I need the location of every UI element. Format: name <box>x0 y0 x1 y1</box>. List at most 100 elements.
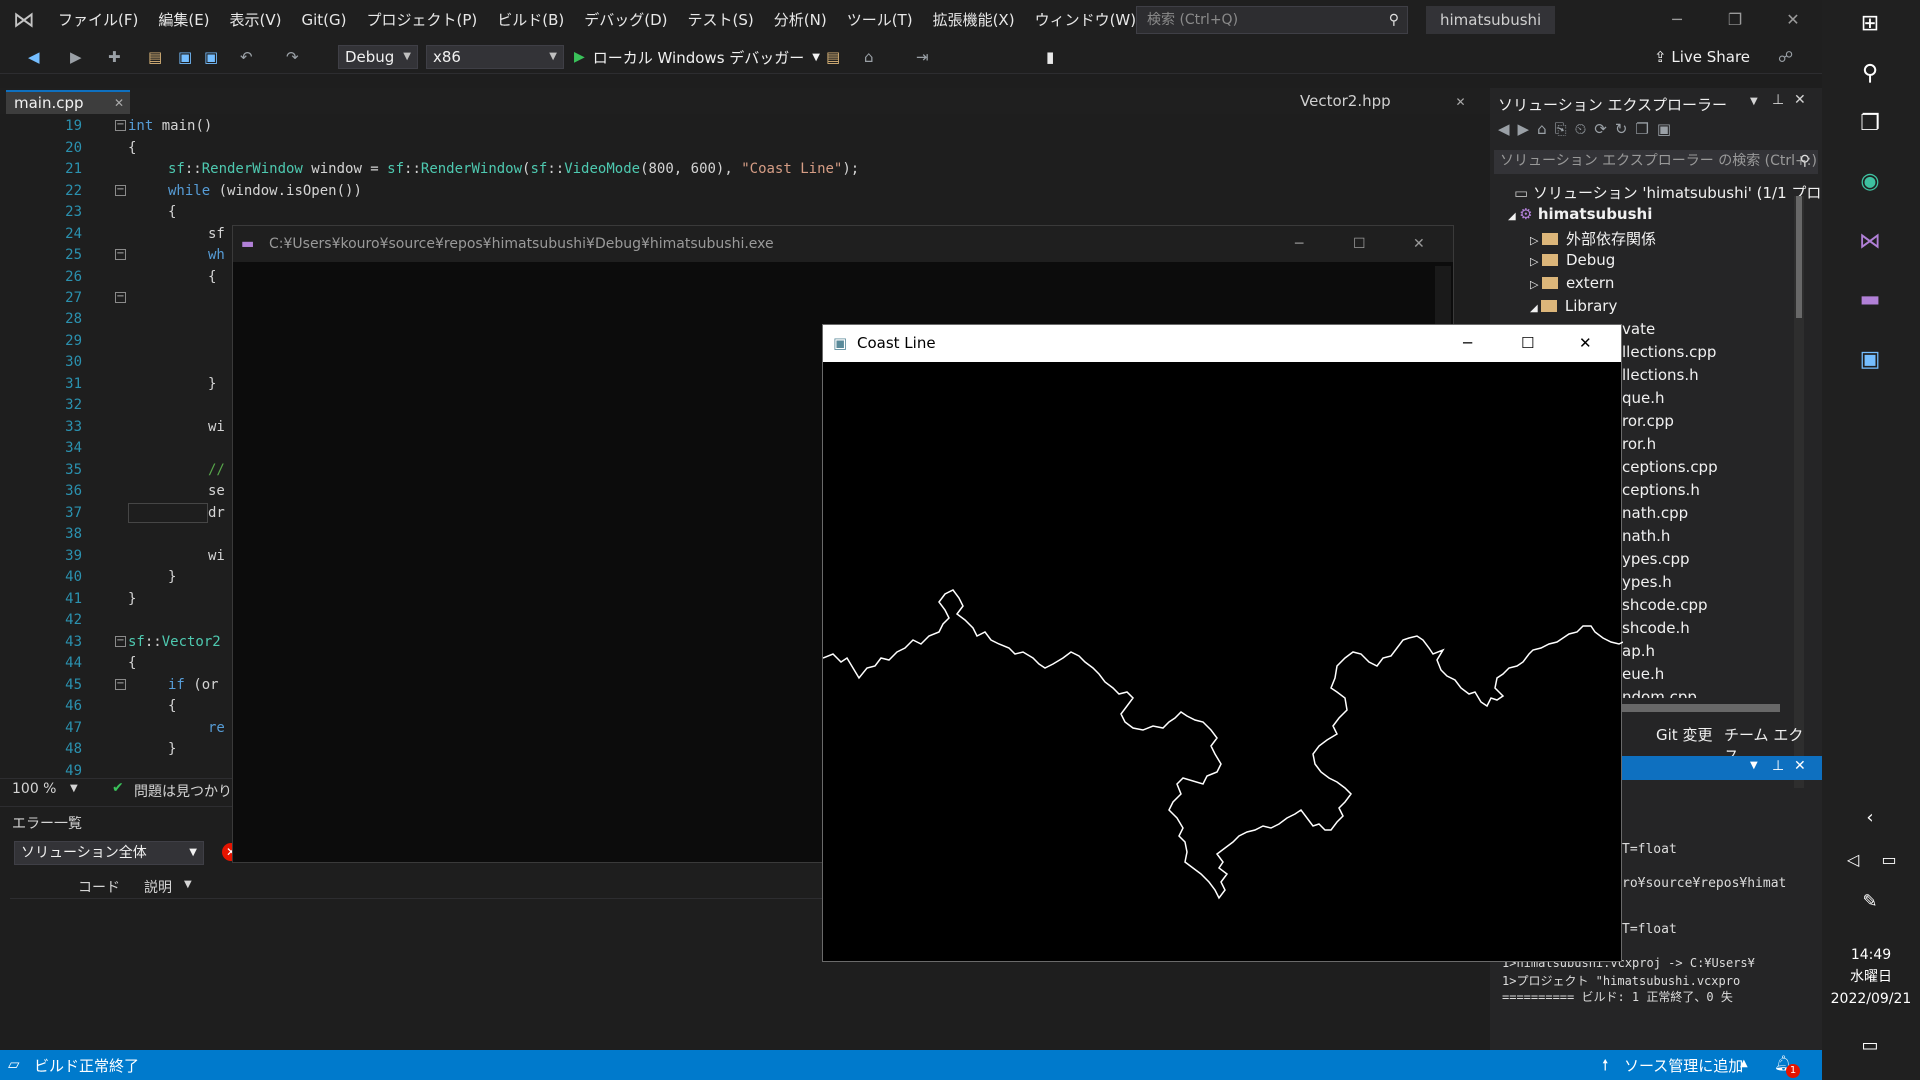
tree-file[interactable]: que.h <box>1622 389 1665 407</box>
tree-folder[interactable]: ▷ extern <box>1530 274 1614 292</box>
visual-studio-icon[interactable]: ⋈ <box>1850 222 1890 262</box>
chevron-down-icon[interactable]: ▼ <box>1750 760 1758 771</box>
tree-file[interactable]: llections.cpp <box>1622 343 1716 361</box>
fold-toggle[interactable]: − <box>115 185 126 196</box>
back-icon[interactable]: ◀ <box>28 48 40 66</box>
coast-line-window[interactable]: ▣ Coast Line ─ ☐ ✕ <box>822 324 1623 962</box>
fold-toggle[interactable]: − <box>115 249 126 260</box>
tree-folder[interactable]: ▷ 外部依存関係 <box>1530 228 1656 249</box>
tree-folder[interactable]: ▷ Debug <box>1530 251 1615 269</box>
solution-toolbar[interactable]: ◀▶⌂⎘⏲⟳↻❐▣ <box>1498 120 1679 138</box>
undo-icon[interactable]: ↶ <box>240 48 253 66</box>
maximize-icon[interactable]: ☐ <box>1521 325 1534 362</box>
bookmark-icon[interactable]: ▮ <box>1046 48 1054 66</box>
start-debugger-button[interactable]: ▶ ローカル Windows デバッガー ▼ <box>574 46 820 68</box>
tree-file[interactable]: vate <box>1622 320 1655 338</box>
tree-file[interactable]: ceptions.cpp <box>1622 458 1718 476</box>
zoom-level[interactable]: 100 % <box>12 781 56 797</box>
sfml-window-icon[interactable]: ▣ <box>1850 340 1890 380</box>
windows-start-icon[interactable]: ⊞ <box>1850 4 1890 44</box>
menu-file[interactable]: ファイル(F) <box>48 0 148 40</box>
close-icon[interactable]: ✕ <box>1764 0 1822 40</box>
chevron-down-icon[interactable]: ▼ <box>70 783 78 794</box>
redo-icon[interactable]: ↷ <box>286 48 299 66</box>
save-icon[interactable]: ▣ <box>178 48 192 66</box>
browser-icon[interactable]: ⌂ <box>864 48 874 66</box>
menu-tools[interactable]: ツール(T) <box>837 0 923 40</box>
menu-extensions[interactable]: 拡張機能(X) <box>923 0 1025 40</box>
new-item-icon[interactable]: ✚ <box>108 48 121 66</box>
tree-file[interactable]: ror.h <box>1622 435 1656 453</box>
save-all-icon[interactable]: ▣ <box>204 48 218 66</box>
menu-analyze[interactable]: 分析(N) <box>764 0 837 40</box>
chevron-left-icon[interactable]: ‹ <box>1850 798 1890 838</box>
fold-toggle[interactable]: − <box>115 636 126 647</box>
open-icon[interactable]: ▤ <box>148 48 162 66</box>
close-icon[interactable]: ✕ <box>1579 325 1592 362</box>
battery-icon[interactable]: ▭ <box>1874 840 1904 880</box>
tree-file[interactable]: ap.h <box>1622 642 1655 660</box>
chevron-up-icon[interactable]: ▲ <box>1740 1058 1748 1069</box>
folder-icon[interactable]: ▤ <box>826 48 840 66</box>
visual-studio-logo-icon[interactable]: ⋈ <box>0 0 48 40</box>
maximize-icon[interactable]: ☐ <box>1353 226 1366 262</box>
column-description[interactable]: 説明 <box>144 877 172 897</box>
tree-file[interactable]: ndom.cpp <box>1622 688 1697 698</box>
search-icon[interactable]: ⚲ <box>1850 54 1890 94</box>
tab-git-changes[interactable]: Git 変更 <box>1656 724 1712 745</box>
source-control-button[interactable]: ソース管理に追加 <box>1624 1055 1743 1076</box>
close-icon[interactable]: ✕ <box>1794 92 1806 108</box>
menu-window[interactable]: ウィンドウ(W) <box>1025 0 1147 40</box>
error-scope-select[interactable]: ソリューション全体 ▼ <box>14 841 204 865</box>
menu-build[interactable]: ビルド(B) <box>487 0 574 40</box>
tree-folder[interactable]: ◢ Library <box>1530 297 1617 315</box>
configuration-select[interactable]: Debug ▼ <box>338 45 418 69</box>
menu-edit[interactable]: 編集(E) <box>148 0 219 40</box>
pin-icon[interactable]: ⊥ <box>1772 92 1784 108</box>
close-icon[interactable]: ✕ <box>114 92 124 114</box>
system-clock[interactable]: 14:49 水曜日 2022/09/21 <box>1822 944 1920 1010</box>
platform-select[interactable]: x86 ▼ <box>426 45 564 69</box>
tree-file[interactable]: eue.h <box>1622 665 1664 683</box>
minimize-icon[interactable]: ─ <box>1648 0 1706 40</box>
pen-icon[interactable]: ✎ <box>1850 882 1890 922</box>
scrollbar-thumb[interactable] <box>1796 196 1802 318</box>
tree-file[interactable]: llections.h <box>1622 366 1699 384</box>
tree-file[interactable]: shcode.cpp <box>1622 596 1708 614</box>
tree-file[interactable]: nath.h <box>1622 527 1670 545</box>
step-icon[interactable]: ⇥ <box>916 48 929 66</box>
menu-debug[interactable]: デバッグ(D) <box>574 0 677 40</box>
tree-file[interactable]: ror.cpp <box>1622 412 1674 430</box>
feedback-icon[interactable]: ☍ <box>1778 48 1793 66</box>
solution-search-input[interactable]: ソリューション エクスプローラー の検索 (Ctrl+:) ⚲ <box>1494 150 1818 174</box>
close-icon[interactable]: ✕ <box>1455 95 1465 109</box>
tree-file[interactable]: shcode.h <box>1622 619 1690 637</box>
project-node[interactable]: ◢ ⚙ himatsubushi <box>1508 205 1652 223</box>
chevron-down-icon[interactable]: ▼ <box>184 879 192 890</box>
close-icon[interactable]: ✕ <box>1794 758 1806 774</box>
task-view-icon[interactable]: ❐ <box>1850 104 1890 144</box>
tree-file[interactable]: ypes.cpp <box>1622 550 1690 568</box>
column-code[interactable]: コード <box>78 877 120 897</box>
tree-file[interactable]: nath.cpp <box>1622 504 1688 522</box>
maximize-icon[interactable]: ❐ <box>1706 0 1764 40</box>
menu-project[interactable]: プロジェクト(P) <box>357 0 488 40</box>
live-share-button[interactable]: ⇪ Live Share <box>1654 48 1750 66</box>
scrollbar[interactable] <box>1794 196 1804 788</box>
minimize-icon[interactable]: ─ <box>1295 226 1303 262</box>
close-icon[interactable]: ✕ <box>1413 226 1425 262</box>
forward-icon[interactable]: ▶ <box>70 48 82 66</box>
pin-icon[interactable]: ⊥ <box>1772 758 1784 774</box>
tree-file[interactable]: ceptions.h <box>1622 481 1700 499</box>
notification-center-icon[interactable]: ▭ <box>1850 1026 1890 1066</box>
console-app-icon[interactable]: ▬ <box>1850 280 1890 320</box>
menu-test[interactable]: テスト(S) <box>678 0 764 40</box>
fold-toggle[interactable]: − <box>115 120 126 131</box>
edge-browser-icon[interactable]: ◉ <box>1850 162 1890 202</box>
tree-file[interactable]: ypes.h <box>1622 573 1672 591</box>
volume-icon[interactable]: ◁ <box>1838 840 1868 880</box>
minimize-icon[interactable]: ─ <box>1463 325 1472 362</box>
fold-toggle[interactable]: − <box>115 292 126 303</box>
fold-toggle[interactable]: − <box>115 679 126 690</box>
chevron-down-icon[interactable]: ▼ <box>1750 96 1758 107</box>
